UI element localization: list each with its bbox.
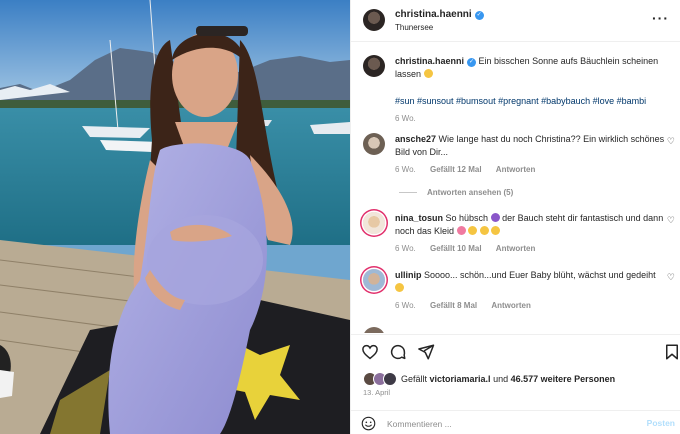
emoji-picker-icon[interactable]: [361, 416, 376, 431]
heart-icon[interactable]: [361, 343, 379, 361]
liker-avatar: [383, 372, 397, 386]
comment-icon[interactable]: [389, 343, 407, 361]
comment-input[interactable]: [387, 415, 607, 432]
post-header: christina.haenni ✓ Thunersee ···: [351, 0, 680, 42]
share-icon[interactable]: [417, 343, 435, 361]
post-date[interactable]: 13. April: [363, 388, 390, 397]
commenter-avatar[interactable]: [363, 212, 385, 234]
caption-hashtags[interactable]: #sun #sunsout #bumsout #pregnant #babyba…: [395, 95, 665, 108]
verified-badge-icon: ✓: [467, 58, 477, 67]
likes-prefix: Gefällt: [401, 374, 428, 384]
comment-meta: 6 Wo. Gefällt 8 Mal Antworten: [395, 299, 665, 312]
author-username-row[interactable]: christina.haenni ✓: [395, 9, 484, 20]
bookmark-icon[interactable]: [663, 343, 680, 361]
purple-heart-emoji-icon: [490, 213, 500, 222]
caption-time[interactable]: 6 Wo.: [395, 114, 416, 123]
heart-eyes-emoji-icon: [395, 283, 404, 292]
view-replies-label[interactable]: Antworten ansehen (5): [427, 188, 513, 197]
comment-text: Soooo... schön...und Euer Baby blüht, wä…: [424, 270, 656, 280]
commenter-avatar[interactable]: [363, 327, 385, 333]
comment-composer: Posten: [351, 410, 680, 434]
comment-likes[interactable]: Gefällt 8 Mal: [430, 301, 477, 310]
reply-button[interactable]: Antworten: [496, 165, 536, 174]
reply-button[interactable]: Antworten: [496, 244, 536, 253]
likes-middle: und: [493, 374, 509, 384]
heart-gift-emoji-icon: [456, 226, 466, 235]
comment-meta: 6 Wo. Gefällt 10 Mal Antworten: [395, 242, 665, 255]
author-avatar[interactable]: [363, 55, 385, 77]
comment-text-part1: So hübsch: [445, 213, 489, 223]
likes-summary[interactable]: Gefällt victoriamaria.l und 46.577 weite…: [363, 372, 615, 386]
clapping-hands-emoji-icon: [468, 226, 478, 235]
comment-text: Wie lange hast du noch Christina?? Ein w…: [395, 134, 665, 157]
post-sidebar: christina.haenni ✓ Thunersee ··· christin…: [350, 0, 680, 434]
liker-avatars: [363, 372, 397, 386]
comment-likes[interactable]: Gefällt 10 Mal: [430, 244, 482, 253]
replies-divider: [399, 192, 417, 194]
caption-username[interactable]: christina.haenni: [395, 56, 464, 66]
view-replies-button[interactable]: Antworten ansehen (5): [399, 188, 513, 197]
verified-badge-icon: ✓: [474, 11, 484, 20]
caption-meta: 6 Wo.: [395, 112, 665, 125]
clapping-hands-emoji-icon: [479, 226, 489, 235]
heart-outline-icon[interactable]: ♡: [667, 136, 675, 147]
comment-likes[interactable]: Gefällt 12 Mal: [430, 165, 482, 174]
author-avatar[interactable]: [363, 9, 385, 31]
post-image: [0, 0, 350, 434]
commenter-avatar[interactable]: [363, 269, 385, 291]
post-photo[interactable]: [0, 0, 350, 434]
commenter-avatar[interactable]: [363, 133, 385, 155]
heart-outline-icon[interactable]: ♡: [667, 272, 675, 283]
comment-time[interactable]: 6 Wo.: [395, 244, 416, 253]
post-actions: Gefällt victoriamaria.l und 46.577 weite…: [351, 334, 680, 434]
more-horizontal-icon[interactable]: ···: [652, 10, 669, 26]
comment-time[interactable]: 6 Wo.: [395, 301, 416, 310]
smiling-face-emoji-icon: [423, 69, 433, 78]
reply-button[interactable]: Antworten: [491, 301, 531, 310]
comment-username[interactable]: ullinip: [395, 270, 422, 280]
author-username[interactable]: christina.haenni: [395, 9, 472, 20]
post-comment-button[interactable]: Posten: [647, 418, 675, 428]
clapping-hands-emoji-icon: [491, 226, 501, 235]
comment-username[interactable]: ansche27: [395, 134, 436, 144]
comment-meta: 6 Wo. Gefällt 12 Mal Antworten: [395, 163, 665, 176]
comment-username[interactable]: nina_tosun: [395, 213, 443, 223]
heart-outline-icon[interactable]: ♡: [667, 215, 675, 226]
comment-time[interactable]: 6 Wo.: [395, 165, 416, 174]
liked-by-user[interactable]: victoriamaria.l: [430, 374, 491, 384]
likes-count[interactable]: 46.577 weitere Personen: [511, 374, 616, 384]
comments-list[interactable]: christina.haenni ✓ Ein bisschen Sonne auf…: [351, 43, 680, 333]
post-location[interactable]: Thunersee: [395, 23, 433, 32]
